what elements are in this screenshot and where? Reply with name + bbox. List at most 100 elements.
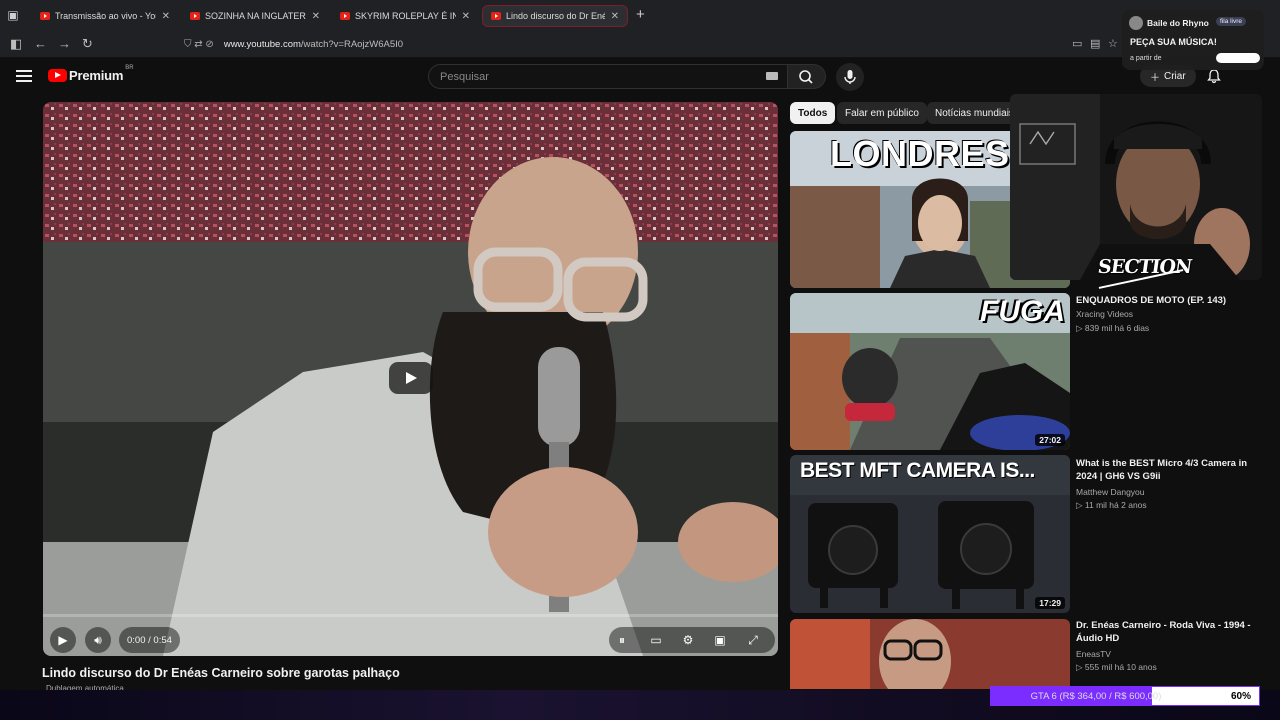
brand-label: Premium	[69, 68, 124, 83]
theater-icon: ▣	[714, 633, 726, 647]
video-meta: ▷ 11 mil há 2 anos	[1076, 500, 1147, 511]
chip-noticias-mundiais[interactable]: Notícias mundiais	[927, 102, 1022, 124]
fullscreen-icon: ⤢	[748, 632, 758, 647]
browser-tab[interactable]: SOZINHA NA INGLATERRA SEM ✕	[182, 5, 328, 27]
sidebar-toggle-icon[interactable]: ◧	[10, 36, 22, 52]
time-text: 0:00 / 0:54	[127, 634, 172, 646]
captions-button[interactable]: ▭	[643, 627, 669, 653]
donation-goal-bar: GTA 6 (R$ 364,00 / R$ 600,00) 60%	[990, 686, 1260, 706]
keyboard-icon[interactable]	[766, 72, 778, 80]
search-input[interactable]: Pesquisar	[428, 64, 788, 89]
youtube-favicon-icon	[491, 12, 501, 20]
recommendation-title[interactable]: What is the BEST Micro 4/3 Camera in 202…	[1076, 458, 1256, 483]
youtube-logo-icon	[48, 69, 67, 82]
forward-icon[interactable]: →	[58, 36, 71, 51]
views-icon: ▷	[1076, 500, 1085, 510]
chip-falar-em-publico[interactable]: Falar em público	[837, 102, 927, 124]
video-player[interactable]: ▶ 🔊︎ 0:00 / 0:54 ⏸ ▭ ⚙ ▣ ⤢	[43, 102, 778, 656]
close-tab-icon[interactable]: ✕	[162, 11, 170, 22]
channel-name[interactable]: Matthew Dangyou	[1076, 487, 1145, 497]
recommendation-title[interactable]: ENQUADROS DE MOTO (EP. 143)	[1076, 295, 1256, 308]
url-path: /watch?v=RAojzW6A5I0	[300, 38, 404, 50]
channel-name[interactable]: Xracing Videos	[1076, 309, 1133, 319]
views-icon: ▷	[1076, 662, 1085, 672]
browser-tab[interactable]: SKYRIM ROLEPLAY É INCRÍVEL ✕	[332, 5, 478, 27]
youtube-header: Premium BR Pesquisar ＋ Criar	[0, 58, 1280, 96]
mute-button[interactable]: 🔊︎	[85, 627, 111, 653]
volume-icon: 🔊︎	[94, 632, 102, 647]
goal-percent: 60%	[1230, 690, 1251, 702]
channel-name[interactable]: EneasTV	[1076, 649, 1111, 659]
video-meta-text: 555 mil há 10 anos	[1084, 662, 1157, 672]
extension-icon[interactable]: ▤	[1090, 37, 1100, 50]
site-info-icon[interactable]: ⛉ ⇄ ⊘	[184, 39, 214, 50]
duration-badge: 17:29	[1035, 597, 1065, 609]
tab-title: Lindo discurso do Dr Enéas Car	[506, 11, 605, 21]
video-meta-text: 11 mil há 2 anos	[1084, 500, 1147, 510]
back-icon[interactable]: ←	[34, 36, 47, 51]
tab-title: Transmissão ao vivo - YouTube	[55, 11, 156, 21]
price-pill	[1216, 53, 1260, 63]
video-meta: ▷ 839 mil há 6 dias	[1076, 323, 1149, 334]
chip-todos[interactable]: Todos	[790, 102, 836, 124]
avatar	[1129, 16, 1143, 30]
recommendation-thumbnail[interactable]: BEST MFT CAMERA IS... 17:29	[790, 455, 1070, 613]
video-title: Lindo discurso do Dr Enéas Carneiro sobr…	[42, 666, 400, 680]
extension-icon[interactable]: ▭	[1072, 37, 1082, 50]
close-tab-icon[interactable]: ✕	[462, 11, 470, 22]
browser-tab[interactable]: Transmissão ao vivo - YouTube ✕	[32, 5, 178, 27]
autoplay-toggle[interactable]: ⏸	[609, 627, 635, 653]
menu-icon[interactable]	[16, 67, 32, 83]
recommendation-thumbnail[interactable]: FUGA 27:02	[790, 293, 1070, 450]
tab-actions-icon[interactable]: ▣	[6, 8, 20, 22]
widget-price-label: a partir de	[1130, 55, 1162, 62]
video-meta-text: 839 mil há 6 dias	[1084, 323, 1150, 333]
player-controls: ▶ 🔊︎ 0:00 / 0:54 ⏸ ▭ ⚙ ▣ ⤢	[43, 622, 778, 656]
gear-icon: ⚙	[682, 633, 694, 647]
create-label: Criar	[1164, 70, 1186, 82]
fullscreen-button[interactable]: ⤢	[740, 627, 766, 653]
notifications-bell-icon[interactable]	[1206, 68, 1222, 84]
youtube-favicon-icon	[40, 12, 50, 20]
time-display: 0:00 / 0:54	[119, 627, 180, 653]
widget-cta: PEÇA SUA MÚSICA!	[1130, 37, 1217, 47]
progress-bar[interactable]	[43, 614, 778, 617]
channel-logo: SECTION	[1096, 256, 1193, 278]
browser-tab-active[interactable]: Lindo discurso do Dr Enéas Car ✕	[482, 5, 628, 27]
plus-icon: ＋	[1150, 72, 1160, 84]
reload-icon[interactable]: ↻	[82, 36, 93, 52]
autoplay-icon: ⏸	[618, 632, 625, 647]
play-button[interactable]: ▶	[50, 627, 76, 653]
voice-search-button[interactable]	[836, 63, 864, 91]
settings-button[interactable]: ⚙	[675, 627, 701, 653]
search-button[interactable]	[788, 64, 826, 89]
thumbnail-text: FUGA	[980, 295, 1065, 328]
captions-icon: ▭	[650, 633, 662, 647]
duration-badge: 27:02	[1035, 434, 1065, 446]
tab-title: SKYRIM ROLEPLAY É INCRÍVEL	[355, 11, 456, 21]
youtube-logo[interactable]: Premium BR	[48, 65, 134, 83]
url-field[interactable]: ⛉ ⇄ ⊘ www.youtube.com /watch?v=RAojzW6A5…	[176, 33, 1126, 55]
song-request-widget: Baile do Rhyno fila livre PEÇA SUA MÚSIC…	[1122, 10, 1264, 70]
close-tab-icon[interactable]: ✕	[611, 11, 619, 22]
webcam-overlay	[1010, 94, 1262, 280]
new-tab-icon[interactable]: +	[636, 6, 645, 23]
theater-mode-button[interactable]: ▣	[707, 627, 733, 653]
bookmark-star-icon[interactable]: ☆	[1108, 37, 1118, 50]
search-icon	[799, 70, 813, 84]
close-tab-icon[interactable]: ✕	[312, 11, 320, 22]
status-badge: fila livre	[1216, 17, 1247, 26]
thumbnail-text: BEST MFT CAMERA IS...	[800, 459, 1035, 482]
recommendation-title[interactable]: Dr. Enéas Carneiro - Roda Viva - 1994 - …	[1076, 620, 1256, 645]
address-bar-row: ◧ ← → ↻ ⛉ ⇄ ⊘ www.youtube.com /watch?v=R…	[0, 30, 1280, 58]
video-meta: ▷ 555 mil há 10 anos	[1076, 662, 1157, 673]
url-host: www.youtube.com	[223, 38, 301, 50]
microphone-icon	[844, 70, 856, 84]
browser-tab-bar: ▣ Transmissão ao vivo - YouTube ✕ SOZINH…	[0, 0, 1280, 30]
youtube-favicon-icon	[340, 12, 350, 20]
webcam-image	[1010, 94, 1262, 280]
big-play-button[interactable]	[389, 362, 433, 394]
recommendation-thumbnail[interactable]	[790, 619, 1070, 689]
thumbnail-text: LONDRES	[830, 133, 1010, 174]
play-icon: ▶	[58, 633, 68, 647]
